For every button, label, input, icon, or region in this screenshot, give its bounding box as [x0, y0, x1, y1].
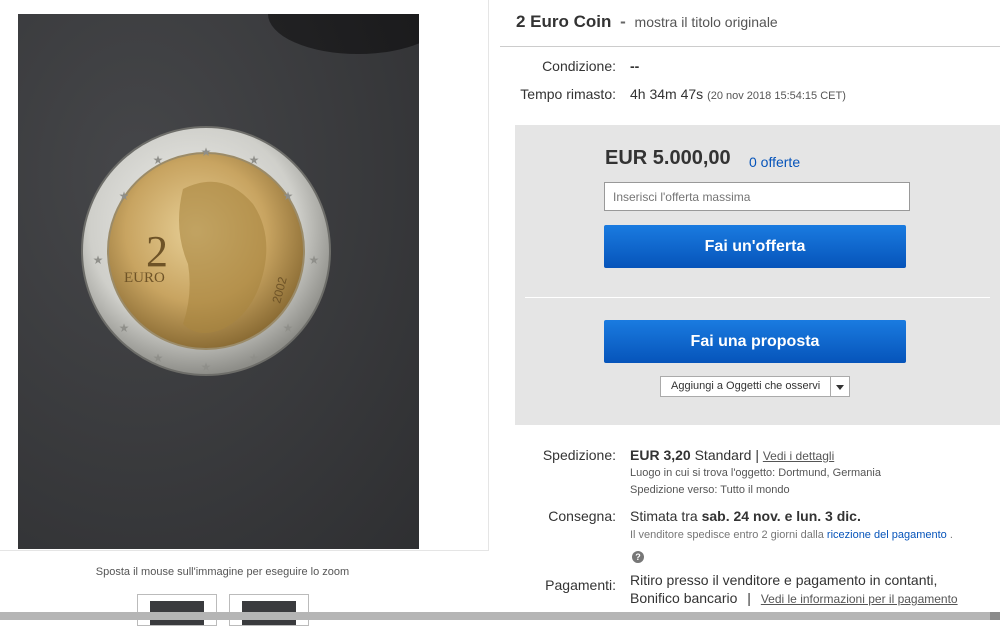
- svg-text:★: ★: [283, 321, 294, 335]
- payment-info-link[interactable]: Vedi le informazioni per il pagamento: [761, 592, 958, 606]
- coin-currency-text: EURO: [124, 270, 165, 286]
- time-left-value: 4h 34m 47s: [630, 86, 704, 102]
- svg-text:★: ★: [249, 153, 260, 167]
- svg-text:★: ★: [283, 189, 294, 203]
- title-separator: -: [620, 12, 626, 31]
- coin-image: ★ ★ ★ ★ ★ ★ ★ ★ ★ ★ ★ ★ 2 EURO 2002: [81, 126, 331, 376]
- coin-value-text: 2: [146, 227, 168, 276]
- scrollbar-thumb[interactable]: [0, 612, 990, 620]
- listing-photo[interactable]: ★ ★ ★ ★ ★ ★ ★ ★ ★ ★ ★ ★ 2 EURO 2002: [18, 14, 419, 549]
- offers-count-link[interactable]: 0 offerte: [749, 154, 800, 170]
- make-offer-button[interactable]: Fai una proposta: [604, 320, 906, 363]
- condition-label: Condizione:: [542, 58, 616, 74]
- shipping-price: EUR 3,20: [630, 447, 691, 463]
- delivery-dates: sab. 24 nov. e lun. 3 dic.: [701, 508, 861, 524]
- current-price: EUR 5.000,00: [605, 147, 731, 169]
- condition-value: --: [630, 58, 640, 74]
- delivery-prefix: Stimata tra: [630, 508, 698, 524]
- thumbnail-2[interactable]: [229, 594, 309, 626]
- thumbnail-strip: [137, 594, 309, 626]
- end-date: (20 nov 2018 15:54:15 CET): [707, 90, 846, 102]
- dispatch-text: Il venditore spedisce entro 2 giorni dal…: [630, 529, 824, 541]
- time-left-label: Tempo rimasto:: [520, 86, 616, 102]
- svg-text:★: ★: [93, 253, 104, 267]
- svg-text:★: ★: [201, 145, 212, 159]
- shipping-label: Spedizione:: [542, 447, 616, 463]
- svg-text:★: ★: [249, 351, 260, 365]
- bid-box: EUR 5.000,00 0 offerte Fai un'offerta Fa…: [515, 125, 1000, 425]
- shipping-separator: |: [755, 447, 759, 463]
- svg-text:★: ★: [201, 360, 212, 374]
- svg-text:★: ★: [153, 153, 164, 167]
- delivery-help[interactable]: ?: [632, 547, 644, 563]
- shipping-details-link[interactable]: Vedi i dettagli: [763, 449, 834, 463]
- watchlist-dropdown-icon[interactable]: [831, 376, 851, 397]
- add-to-watchlist-button[interactable]: Aggiungi a Oggetti che osservi: [660, 376, 832, 397]
- zoom-hint: Sposta il mouse sull'immagine per esegui…: [95, 566, 350, 578]
- svg-text:★: ★: [119, 189, 130, 203]
- ships-to: Spedizione verso: Tutto il mondo: [630, 484, 790, 496]
- payments-separator: |: [747, 590, 751, 606]
- help-icon[interactable]: ?: [632, 551, 644, 563]
- thumbnail-1[interactable]: [137, 594, 217, 626]
- image-panel: ★ ★ ★ ★ ★ ★ ★ ★ ★ ★ ★ ★ 2 EURO 2002: [0, 0, 489, 551]
- place-bid-button[interactable]: Fai un'offerta: [604, 225, 906, 268]
- shipping-method: Standard: [694, 447, 752, 463]
- svg-text:★: ★: [153, 351, 164, 365]
- title-text: 2 Euro Coin: [516, 12, 612, 31]
- payments-line-1: Ritiro presso il venditore e pagamento i…: [630, 572, 938, 588]
- delivery-label: Consegna:: [548, 508, 616, 524]
- item-location: Luogo in cui si trova l'oggetto: Dortmun…: [630, 467, 881, 479]
- svg-text:★: ★: [119, 321, 130, 335]
- bid-box-divider: [525, 297, 990, 298]
- horizontal-scrollbar[interactable]: [0, 612, 1000, 620]
- payments-line-2: Bonifico bancario | Vedi le informazioni…: [630, 590, 958, 606]
- svg-text:★: ★: [309, 253, 320, 267]
- shipping-line: EUR 3,20 Standard | Vedi i dettagli: [630, 447, 834, 463]
- time-left: 4h 34m 47s (20 nov 2018 15:54:15 CET): [630, 86, 846, 102]
- payments-label: Pagamenti:: [545, 577, 616, 593]
- title-divider: [500, 46, 1000, 47]
- max-bid-input[interactable]: [604, 182, 910, 211]
- payment-method-bank: Bonifico bancario: [630, 590, 738, 606]
- original-title-link[interactable]: mostra il titolo originale: [635, 14, 778, 30]
- listing-title: 2 Euro Coin - mostra il titolo originale: [516, 12, 778, 32]
- payment-receipt-link[interactable]: ricezione del pagamento: [827, 529, 947, 541]
- watchlist-control: Aggiungi a Oggetti che osservi: [660, 376, 851, 397]
- dispatch-note: Il venditore spedisce entro 2 giorni dal…: [630, 529, 953, 541]
- delivery-estimate: Stimata tra sab. 24 nov. e lun. 3 dic.: [630, 508, 861, 524]
